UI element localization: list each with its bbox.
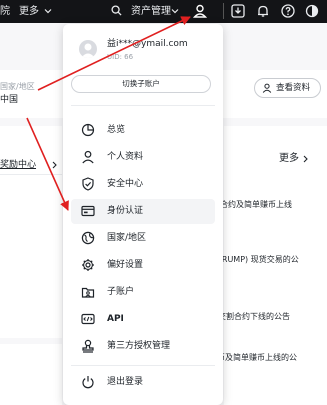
announcement-item[interactable]: 交割合约下线的公告 [218, 311, 290, 323]
theme-toggle-icon[interactable] [305, 4, 319, 18]
help-icon[interactable] [281, 4, 295, 18]
account-uid: UID: 66 [107, 53, 134, 61]
menu-label: 总览 [107, 125, 126, 135]
menu-item-overview[interactable]: 总览 [71, 118, 215, 143]
region-label: 国家/地区 [0, 82, 35, 91]
globe-icon [81, 231, 95, 245]
account-email: 益i***@ymail.com [107, 39, 188, 49]
download-icon[interactable] [231, 4, 245, 18]
authorization-icon [82, 339, 94, 353]
top-nav-bar: 院 更多 资产管理 [0, 0, 327, 23]
menu-item-region[interactable]: 国家/地区 [71, 226, 215, 251]
nav-asset-management[interactable]: 资产管理 [131, 5, 171, 18]
lower-card-left [0, 344, 62, 405]
announcement-item[interactable]: TRUMP) 现货交易的公 [217, 254, 299, 266]
menu-item-identity-verification[interactable]: 身份认证 [71, 199, 215, 224]
announcements-card: 更多 合约及简单赚币上线 TRUMP) 现货交易的公 交割合约下线的公告 币及简… [217, 126, 327, 405]
user-icon [82, 150, 94, 164]
avatar-silhouette-icon [81, 43, 95, 58]
id-card-icon [81, 205, 95, 217]
chevron-right-icon [303, 155, 308, 163]
nav-more[interactable]: 更多 [19, 5, 39, 18]
divider [0, 174, 62, 175]
pie-chart-icon [81, 123, 95, 137]
chevron-right-icon [52, 161, 57, 169]
view-profile-button[interactable]: 查看资料 [254, 78, 321, 98]
more-link[interactable]: 更多 [279, 153, 299, 165]
menu-label: 退出登录 [107, 377, 144, 387]
view-profile-label: 查看资料 [276, 83, 311, 93]
user-icon[interactable] [193, 4, 207, 18]
user-icon [262, 83, 272, 93]
menu-item-preferences[interactable]: 偏好设置 [71, 253, 215, 278]
chevron-down-icon [171, 9, 179, 14]
api-icon [81, 313, 95, 325]
gear-icon [82, 259, 94, 271]
menu-label: 国家/地区 [107, 233, 147, 243]
divider [71, 365, 215, 366]
announcement-item[interactable]: 币及简单赚币上线的公 [217, 352, 297, 364]
menu-item-profile[interactable]: 个人资料 [71, 145, 215, 170]
menu-item-security[interactable]: 安全中心 [71, 172, 215, 197]
menu-item-api[interactable]: API [71, 307, 215, 332]
menu-label: API [107, 314, 124, 324]
search-icon[interactable] [111, 5, 122, 16]
sub-account-icon [81, 287, 95, 298]
bell-icon[interactable] [256, 4, 270, 18]
region-value: 中国 [0, 95, 19, 105]
menu-label: 偏好设置 [107, 260, 144, 270]
menu-label: 第三方授权管理 [107, 341, 171, 351]
announcement-item[interactable]: 合约及简单赚币上线 [220, 199, 292, 211]
account-dropdown-menu: 益i***@ymail.com UID: 66 切换子账户 总览 个人资料 安全… [63, 24, 223, 405]
reward-center-link[interactable]: 奖励中心 [0, 159, 36, 171]
switch-subaccount-button[interactable]: 切换子账户 [71, 75, 211, 93]
power-icon [82, 376, 94, 389]
menu-label: 子账户 [107, 287, 135, 297]
menu-label: 个人资料 [107, 152, 144, 162]
menu-item-subaccount[interactable]: 子账户 [71, 280, 215, 305]
menu-item-third-party-authorization[interactable]: 第三方授权管理 [71, 334, 215, 359]
shield-check-icon [82, 177, 94, 191]
nav-divider [223, 3, 224, 19]
divider [71, 105, 215, 106]
menu-item-logout[interactable]: 退出登录 [71, 370, 215, 395]
nav-item-left[interactable]: 院 [0, 5, 10, 18]
reward-card: 奖励中心 [0, 126, 62, 338]
avatar [79, 40, 97, 58]
chevron-down-icon [44, 9, 52, 14]
menu-label: 安全中心 [107, 179, 144, 189]
menu-label: 身份认证 [107, 206, 144, 216]
switch-subaccount-label: 切换子账户 [122, 79, 160, 88]
